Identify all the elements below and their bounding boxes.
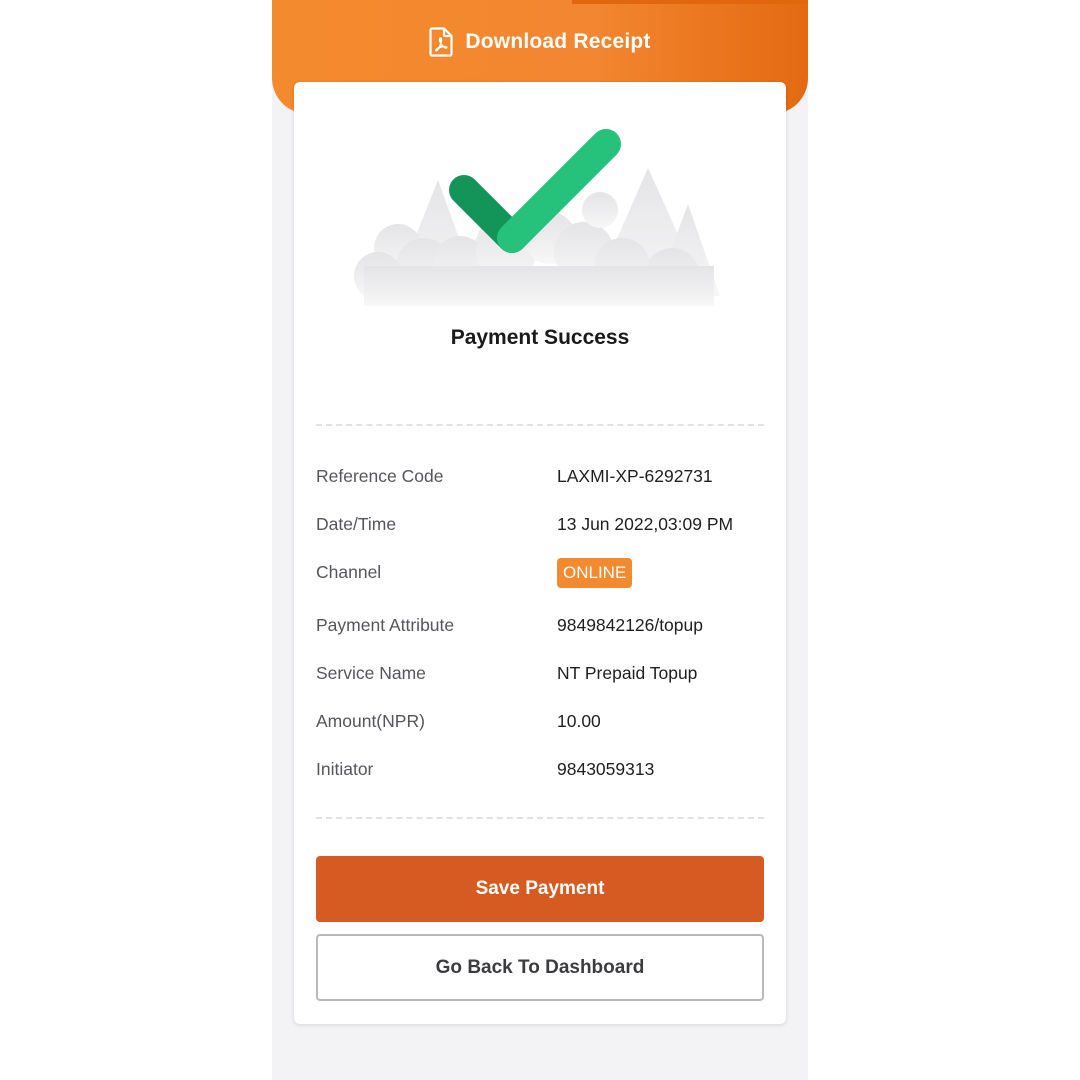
detail-row-service-name: Service Name NT Prepaid Topup xyxy=(316,663,764,693)
top-divider xyxy=(316,424,764,426)
pdf-file-icon xyxy=(429,27,453,57)
receipt-card: Payment Success Reference Code LAXMI-XP-… xyxy=(294,82,786,1024)
success-illustration xyxy=(354,126,726,316)
detail-row-reference-code: Reference Code LAXMI-XP-6292731 xyxy=(316,466,764,496)
go-back-to-dashboard-button[interactable]: Go Back To Dashboard xyxy=(316,934,764,1001)
detail-row-channel: Channel ONLINE xyxy=(316,558,764,592)
detail-row-payment-attribute: Payment Attribute 9849842126/topup xyxy=(316,615,764,645)
detail-label: Initiator xyxy=(316,759,374,779)
save-payment-button[interactable]: Save Payment xyxy=(316,856,764,922)
detail-label: Service Name xyxy=(316,663,426,683)
download-receipt-label: Download Receipt xyxy=(465,30,651,53)
bottom-divider xyxy=(316,817,764,819)
detail-label: Payment Attribute xyxy=(316,615,455,635)
detail-value: 13 Jun 2022,03:09 PM xyxy=(557,514,734,534)
channel-badge: ONLINE xyxy=(557,558,633,588)
detail-value: LAXMI-XP-6292731 xyxy=(557,466,713,486)
detail-value: NT Prepaid Topup xyxy=(557,663,698,683)
detail-label: Amount(NPR) xyxy=(316,711,425,731)
detail-row-amount: Amount(NPR) 10.00 xyxy=(316,711,764,741)
detail-row-initiator: Initiator 9843059313 xyxy=(316,759,764,789)
detail-value: 9843059313 xyxy=(557,759,655,779)
detail-label: Date/Time xyxy=(316,514,397,534)
detail-value: 10.00 xyxy=(557,711,601,731)
detail-row-date-time: Date/Time 13 Jun 2022,03:09 PM xyxy=(316,514,764,544)
app-screen: Download Receipt Payment Success Referen… xyxy=(272,0,808,1080)
download-receipt-button[interactable]: Download Receipt xyxy=(272,22,808,62)
detail-value: 9849842126/topup xyxy=(557,615,703,635)
payment-status-title: Payment Success xyxy=(450,326,630,349)
detail-label: Reference Code xyxy=(316,466,444,486)
detail-label: Channel xyxy=(316,562,382,582)
